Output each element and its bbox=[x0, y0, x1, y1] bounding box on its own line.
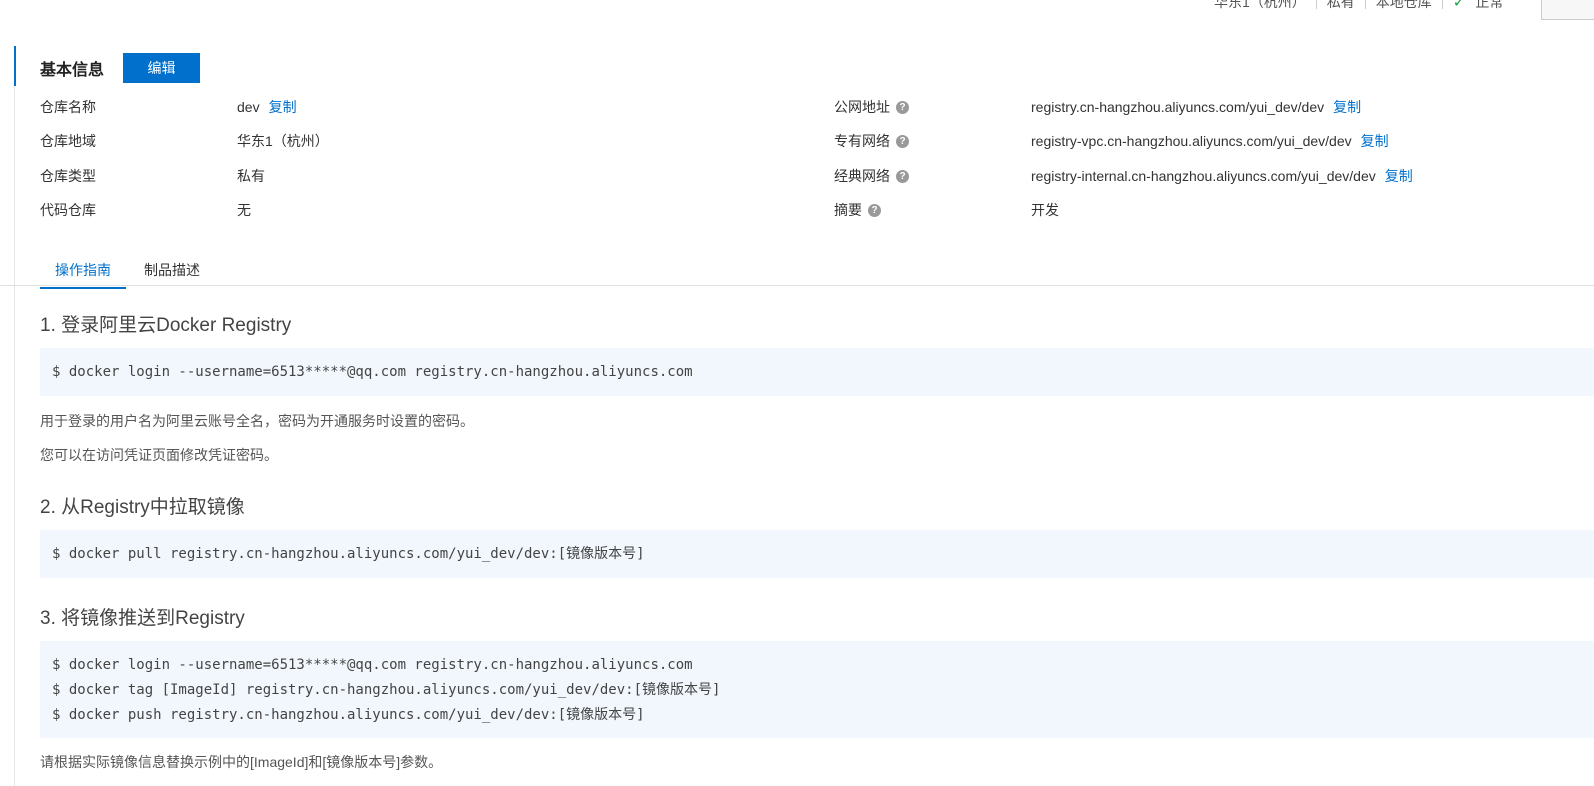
copy-link[interactable]: 复制 bbox=[269, 99, 297, 115]
help-icon[interactable]: ? bbox=[896, 169, 909, 183]
info-label-wrap: 公网地址? bbox=[834, 97, 909, 117]
info-label: 公网地址 bbox=[834, 99, 890, 115]
code-block-push[interactable]: $ docker login --username=6513*****@qq.c… bbox=[40, 641, 1594, 738]
info-label: 经典网络 bbox=[834, 168, 890, 184]
login-note-1: 用于登录的用户名为阿里云账号全名，密码为开通服务时设置的密码。 bbox=[40, 413, 474, 429]
step-3-title: 3. 将镜像推送到Registry bbox=[40, 608, 245, 629]
copy-link[interactable]: 复制 bbox=[1361, 133, 1389, 149]
tab-bar: 操作指南 制品描述 bbox=[0, 256, 1594, 289]
code-line: $ docker push registry.cn-hangzhou.aliyu… bbox=[52, 707, 645, 723]
panel-border bbox=[14, 86, 15, 786]
login-note-2: 您可以在访问凭证页面修改凭证密码。 bbox=[40, 447, 278, 463]
info-value-wrap: registry.cn-hangzhou.aliyuncs.com/yui_de… bbox=[1031, 97, 1361, 117]
divider bbox=[1441, 0, 1443, 9]
code-line: $ docker login --username=6513*****@qq.c… bbox=[52, 364, 693, 380]
info-value: dev bbox=[237, 99, 260, 115]
step-1-title: 1. 登录阿里云Docker Registry bbox=[40, 315, 292, 336]
info-label: 仓库名称 bbox=[40, 99, 96, 115]
help-icon[interactable]: ? bbox=[896, 134, 909, 148]
divider bbox=[1364, 0, 1366, 9]
info-value-wrap: registry-vpc.cn-hangzhou.aliyuncs.com/yu… bbox=[1031, 131, 1389, 151]
divider bbox=[1315, 0, 1317, 9]
corner-button[interactable] bbox=[1541, 0, 1594, 20]
section-accent-bar bbox=[14, 46, 16, 86]
info-value: registry-internal.cn-hangzhou.aliyuncs.c… bbox=[1031, 168, 1376, 184]
status-source: 本地仓库 bbox=[1375, 0, 1432, 10]
code-line: $ docker pull registry.cn-hangzhou.aliyu… bbox=[52, 546, 645, 562]
copy-link[interactable]: 复制 bbox=[1333, 99, 1361, 115]
info-label-wrap: 经典网络? bbox=[834, 166, 909, 186]
info-label-wrap: 摘要? bbox=[834, 200, 881, 220]
status-region: 华东1（杭州） bbox=[1214, 0, 1306, 10]
info-label: 代码仓库 bbox=[40, 202, 96, 218]
info-value: 私有 bbox=[237, 168, 265, 184]
info-value-wrap: dev 复制 bbox=[237, 97, 297, 117]
copy-link[interactable]: 复制 bbox=[1385, 168, 1413, 184]
info-value: registry-vpc.cn-hangzhou.aliyuncs.com/yu… bbox=[1031, 133, 1352, 149]
status-type: 私有 bbox=[1326, 0, 1355, 10]
info-value: registry.cn-hangzhou.aliyuncs.com/yui_de… bbox=[1031, 99, 1325, 115]
section-title: 基本信息 bbox=[40, 62, 105, 79]
info-value: 开发 bbox=[1031, 202, 1059, 218]
code-block-pull[interactable]: $ docker pull registry.cn-hangzhou.aliyu… bbox=[40, 530, 1594, 578]
info-label: 摘要 bbox=[834, 202, 862, 218]
repo-status-bar: 华东1（杭州） 私有 本地仓库 ✓ 正常 bbox=[1214, 0, 1503, 13]
tab-description[interactable]: 制品描述 bbox=[144, 260, 200, 287]
help-icon[interactable]: ? bbox=[868, 203, 881, 217]
info-label-wrap: 专有网络? bbox=[834, 131, 909, 151]
info-label: 仓库类型 bbox=[40, 168, 96, 184]
info-label: 专有网络 bbox=[834, 133, 890, 149]
code-block-login[interactable]: $ docker login --username=6513*****@qq.c… bbox=[40, 348, 1594, 396]
info-label: 仓库地域 bbox=[40, 133, 96, 149]
status-state: 正常 bbox=[1475, 0, 1504, 10]
push-note: 请根据实际镜像信息替换示例中的[ImageId]和[镜像版本号]参数。 bbox=[40, 754, 443, 770]
edit-button[interactable]: 编辑 bbox=[123, 53, 201, 83]
code-line: $ docker tag [ImageId] registry.cn-hangz… bbox=[52, 682, 721, 698]
step-2-title: 2. 从Registry中拉取镜像 bbox=[40, 497, 245, 518]
help-icon[interactable]: ? bbox=[896, 100, 909, 114]
code-line: $ docker login --username=6513*****@qq.c… bbox=[52, 657, 693, 673]
info-value: 无 bbox=[237, 202, 251, 218]
info-value: 华东1（杭州） bbox=[237, 133, 329, 149]
info-value-wrap: registry-internal.cn-hangzhou.aliyuncs.c… bbox=[1031, 166, 1413, 186]
check-icon: ✓ bbox=[1452, 0, 1466, 11]
tab-guide[interactable]: 操作指南 bbox=[40, 260, 126, 289]
basic-info-header: 基本信息 编辑 bbox=[40, 53, 201, 83]
